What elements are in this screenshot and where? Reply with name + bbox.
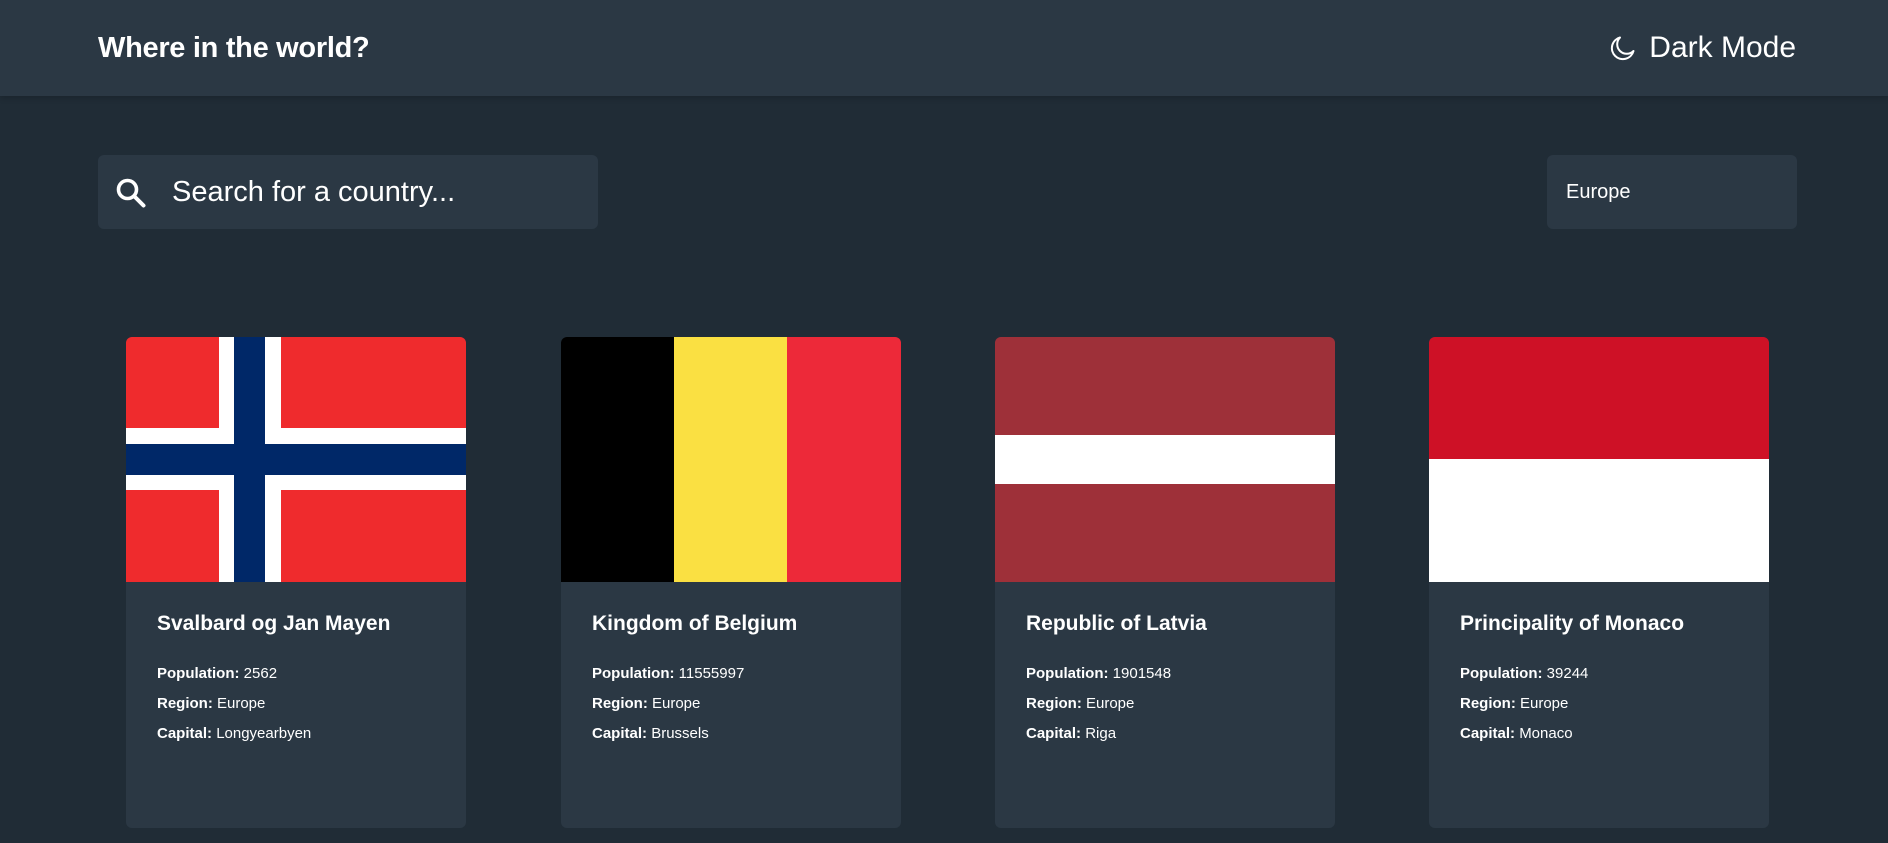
population-value: 1901548 — [1112, 665, 1172, 682]
country-name: Republic of Latvia — [1026, 612, 1207, 635]
population-value: 2562 — [243, 665, 278, 682]
country-capital: Capital: Longyearbyen — [157, 725, 311, 742]
search-input[interactable] — [172, 155, 492, 229]
country-region: Region: Europe — [592, 695, 700, 712]
region-value: Europe — [652, 695, 701, 712]
dark-mode-toggle[interactable]: Dark Mode — [1609, 30, 1796, 66]
country-region: Region: Europe — [1460, 695, 1568, 712]
population-label: Population: — [592, 665, 675, 682]
country-card[interactable]: Svalbard og Jan Mayen Population: 2562 R… — [126, 337, 466, 828]
search-icon — [116, 178, 146, 208]
capital-value: Riga — [1085, 725, 1117, 742]
region-label: Region: — [592, 695, 648, 712]
region-value: Europe — [217, 695, 266, 712]
population-value: 11555997 — [678, 665, 745, 682]
capital-value: Longyearbyen — [216, 725, 312, 742]
country-capital: Capital: Riga — [1026, 725, 1116, 742]
country-population: Population: 39244 — [1460, 665, 1588, 682]
region-filter-select[interactable]: Europe — [1547, 155, 1797, 229]
country-region: Region: Europe — [1026, 695, 1134, 712]
moon-icon — [1611, 36, 1635, 61]
country-name: Svalbard og Jan Mayen — [157, 612, 391, 635]
country-capital: Capital: Brussels — [592, 725, 709, 742]
header: Where in the world? Dark Mode — [0, 0, 1888, 96]
country-population: Population: 11555997 — [592, 665, 744, 682]
country-region: Region: Europe — [157, 695, 265, 712]
capital-label: Capital: — [157, 725, 213, 742]
monaco-flag — [1429, 337, 1769, 582]
country-name: Kingdom of Belgium — [592, 612, 798, 635]
region-label: Region: — [157, 695, 213, 712]
region-label: Region: — [1026, 695, 1082, 712]
svalbard-flag — [126, 337, 466, 582]
country-card[interactable]: Republic of Latvia Population: 1901548 R… — [995, 337, 1335, 828]
country-card[interactable]: Kingdom of Belgium Population: 11555997 … — [561, 337, 901, 828]
population-label: Population: — [1026, 665, 1109, 682]
population-label: Population: — [157, 665, 240, 682]
capital-label: Capital: — [592, 725, 648, 742]
capital-value: Brussels — [651, 725, 709, 742]
population-label: Population: — [1460, 665, 1543, 682]
search-box[interactable] — [98, 155, 598, 229]
country-capital: Capital: Monaco — [1460, 725, 1573, 742]
region-filter-value: Europe — [1566, 181, 1631, 203]
country-population: Population: 2562 — [157, 665, 277, 682]
belgium-flag — [561, 337, 901, 582]
population-value: 39244 — [1546, 665, 1589, 682]
country-card[interactable]: Principality of Monaco Population: 39244… — [1429, 337, 1769, 828]
capital-label: Capital: — [1026, 725, 1082, 742]
country-name: Principality of Monaco — [1460, 612, 1685, 635]
latvia-flag — [995, 337, 1335, 582]
region-label: Region: — [1460, 695, 1516, 712]
region-value: Europe — [1086, 695, 1135, 712]
app-title: Where in the world? — [98, 32, 370, 64]
dark-mode-label: Dark Mode — [1649, 31, 1796, 64]
capital-label: Capital: — [1460, 725, 1516, 742]
country-population: Population: 1901548 — [1026, 665, 1171, 682]
capital-value: Monaco — [1519, 725, 1573, 742]
region-value: Europe — [1520, 695, 1569, 712]
